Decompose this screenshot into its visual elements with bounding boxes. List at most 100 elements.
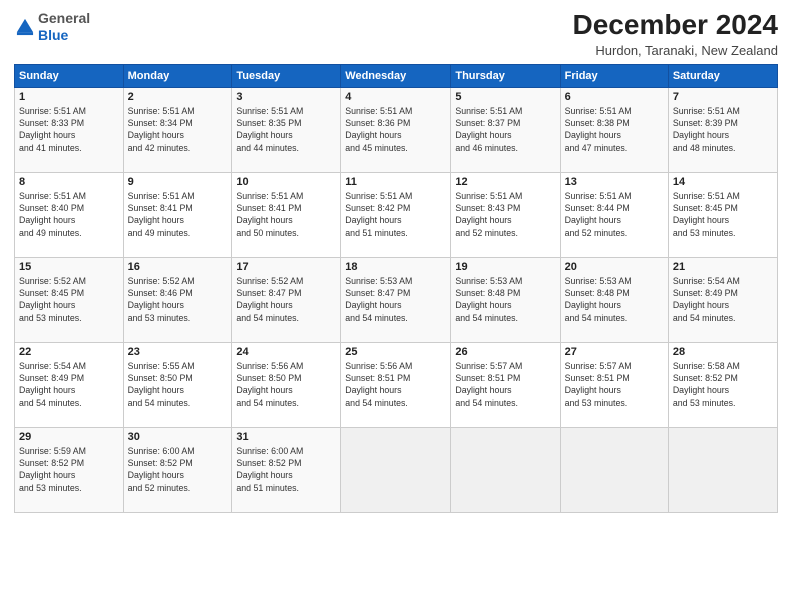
location: Hurdon, Taranaki, New Zealand xyxy=(573,43,778,58)
day-info: Sunrise: 5:54 AMSunset: 8:49 PMDaylight … xyxy=(19,361,86,408)
calendar-cell: 16 Sunrise: 5:52 AMSunset: 8:46 PMDaylig… xyxy=(123,257,232,342)
logo-general: General xyxy=(38,10,90,26)
day-number: 16 xyxy=(128,261,228,273)
day-number: 28 xyxy=(673,346,773,358)
calendar-cell: 25 Sunrise: 5:56 AMSunset: 8:51 PMDaylig… xyxy=(341,342,451,427)
day-info: Sunrise: 5:51 AMSunset: 8:41 PMDaylight … xyxy=(128,191,195,238)
calendar-cell: 2 Sunrise: 5:51 AMSunset: 8:34 PMDayligh… xyxy=(123,87,232,172)
day-info: Sunrise: 5:52 AMSunset: 8:46 PMDaylight … xyxy=(128,276,195,323)
day-info: Sunrise: 5:51 AMSunset: 8:42 PMDaylight … xyxy=(345,191,412,238)
weekday-header-friday: Friday xyxy=(560,64,668,87)
weekday-header-sunday: Sunday xyxy=(15,64,124,87)
logo-text: General Blue xyxy=(38,10,90,44)
calendar-cell: 6 Sunrise: 5:51 AMSunset: 8:38 PMDayligh… xyxy=(560,87,668,172)
calendar-cell: 28 Sunrise: 5:58 AMSunset: 8:52 PMDaylig… xyxy=(668,342,777,427)
day-number: 11 xyxy=(345,176,446,188)
day-number: 26 xyxy=(455,346,555,358)
day-info: Sunrise: 5:57 AMSunset: 8:51 PMDaylight … xyxy=(565,361,632,408)
day-info: Sunrise: 5:51 AMSunset: 8:43 PMDaylight … xyxy=(455,191,522,238)
day-number: 13 xyxy=(565,176,664,188)
calendar-cell xyxy=(341,427,451,512)
day-info: Sunrise: 5:51 AMSunset: 8:44 PMDaylight … xyxy=(565,191,632,238)
day-info: Sunrise: 5:51 AMSunset: 8:37 PMDaylight … xyxy=(455,106,522,153)
day-number: 15 xyxy=(19,261,119,273)
weekday-header-row: SundayMondayTuesdayWednesdayThursdayFrid… xyxy=(15,64,778,87)
day-number: 18 xyxy=(345,261,446,273)
calendar-cell xyxy=(668,427,777,512)
day-info: Sunrise: 5:52 AMSunset: 8:45 PMDaylight … xyxy=(19,276,86,323)
day-number: 22 xyxy=(19,346,119,358)
day-info: Sunrise: 5:56 AMSunset: 8:51 PMDaylight … xyxy=(345,361,412,408)
weekday-header-saturday: Saturday xyxy=(668,64,777,87)
calendar-cell: 27 Sunrise: 5:57 AMSunset: 8:51 PMDaylig… xyxy=(560,342,668,427)
calendar-cell: 18 Sunrise: 5:53 AMSunset: 8:47 PMDaylig… xyxy=(341,257,451,342)
day-number: 31 xyxy=(236,431,336,443)
calendar-cell: 9 Sunrise: 5:51 AMSunset: 8:41 PMDayligh… xyxy=(123,172,232,257)
calendar-cell: 20 Sunrise: 5:53 AMSunset: 8:48 PMDaylig… xyxy=(560,257,668,342)
day-number: 19 xyxy=(455,261,555,273)
calendar-table: SundayMondayTuesdayWednesdayThursdayFrid… xyxy=(14,64,778,513)
day-info: Sunrise: 5:51 AMSunset: 8:36 PMDaylight … xyxy=(345,106,412,153)
day-number: 30 xyxy=(128,431,228,443)
weekday-header-tuesday: Tuesday xyxy=(232,64,341,87)
calendar-cell: 13 Sunrise: 5:51 AMSunset: 8:44 PMDaylig… xyxy=(560,172,668,257)
calendar-cell: 3 Sunrise: 5:51 AMSunset: 8:35 PMDayligh… xyxy=(232,87,341,172)
day-info: Sunrise: 5:58 AMSunset: 8:52 PMDaylight … xyxy=(673,361,740,408)
logo-icon xyxy=(14,16,36,38)
day-number: 23 xyxy=(128,346,228,358)
day-info: Sunrise: 5:51 AMSunset: 8:33 PMDaylight … xyxy=(19,106,86,153)
day-info: Sunrise: 5:51 AMSunset: 8:38 PMDaylight … xyxy=(565,106,632,153)
day-number: 1 xyxy=(19,91,119,103)
day-info: Sunrise: 5:51 AMSunset: 8:40 PMDaylight … xyxy=(19,191,86,238)
calendar-cell: 1 Sunrise: 5:51 AMSunset: 8:33 PMDayligh… xyxy=(15,87,124,172)
calendar-cell: 7 Sunrise: 5:51 AMSunset: 8:39 PMDayligh… xyxy=(668,87,777,172)
calendar-cell: 15 Sunrise: 5:52 AMSunset: 8:45 PMDaylig… xyxy=(15,257,124,342)
week-row-2: 8 Sunrise: 5:51 AMSunset: 8:40 PMDayligh… xyxy=(15,172,778,257)
day-info: Sunrise: 5:55 AMSunset: 8:50 PMDaylight … xyxy=(128,361,195,408)
day-info: Sunrise: 6:00 AMSunset: 8:52 PMDaylight … xyxy=(236,446,303,493)
day-number: 12 xyxy=(455,176,555,188)
calendar-cell: 14 Sunrise: 5:51 AMSunset: 8:45 PMDaylig… xyxy=(668,172,777,257)
weekday-header-monday: Monday xyxy=(123,64,232,87)
day-number: 10 xyxy=(236,176,336,188)
day-info: Sunrise: 5:51 AMSunset: 8:41 PMDaylight … xyxy=(236,191,303,238)
week-row-4: 22 Sunrise: 5:54 AMSunset: 8:49 PMDaylig… xyxy=(15,342,778,427)
week-row-3: 15 Sunrise: 5:52 AMSunset: 8:45 PMDaylig… xyxy=(15,257,778,342)
weekday-header-thursday: Thursday xyxy=(451,64,560,87)
calendar-cell: 22 Sunrise: 5:54 AMSunset: 8:49 PMDaylig… xyxy=(15,342,124,427)
week-row-1: 1 Sunrise: 5:51 AMSunset: 8:33 PMDayligh… xyxy=(15,87,778,172)
calendar-cell xyxy=(451,427,560,512)
day-number: 25 xyxy=(345,346,446,358)
day-number: 6 xyxy=(565,91,664,103)
day-info: Sunrise: 5:51 AMSunset: 8:35 PMDaylight … xyxy=(236,106,303,153)
calendar-cell: 19 Sunrise: 5:53 AMSunset: 8:48 PMDaylig… xyxy=(451,257,560,342)
day-info: Sunrise: 5:51 AMSunset: 8:45 PMDaylight … xyxy=(673,191,740,238)
calendar-cell: 30 Sunrise: 6:00 AMSunset: 8:52 PMDaylig… xyxy=(123,427,232,512)
calendar-cell: 10 Sunrise: 5:51 AMSunset: 8:41 PMDaylig… xyxy=(232,172,341,257)
day-number: 20 xyxy=(565,261,664,273)
day-number: 27 xyxy=(565,346,664,358)
calendar-cell: 17 Sunrise: 5:52 AMSunset: 8:47 PMDaylig… xyxy=(232,257,341,342)
day-info: Sunrise: 5:51 AMSunset: 8:39 PMDaylight … xyxy=(673,106,740,153)
month-title: December 2024 xyxy=(573,10,778,41)
header: General Blue December 2024 Hurdon, Taran… xyxy=(14,10,778,58)
day-info: Sunrise: 5:56 AMSunset: 8:50 PMDaylight … xyxy=(236,361,303,408)
page: General Blue December 2024 Hurdon, Taran… xyxy=(0,0,792,612)
calendar-cell: 11 Sunrise: 5:51 AMSunset: 8:42 PMDaylig… xyxy=(341,172,451,257)
day-number: 3 xyxy=(236,91,336,103)
calendar-cell: 8 Sunrise: 5:51 AMSunset: 8:40 PMDayligh… xyxy=(15,172,124,257)
day-info: Sunrise: 5:59 AMSunset: 8:52 PMDaylight … xyxy=(19,446,86,493)
day-number: 8 xyxy=(19,176,119,188)
day-info: Sunrise: 5:54 AMSunset: 8:49 PMDaylight … xyxy=(673,276,740,323)
day-number: 29 xyxy=(19,431,119,443)
calendar-cell: 12 Sunrise: 5:51 AMSunset: 8:43 PMDaylig… xyxy=(451,172,560,257)
day-info: Sunrise: 5:57 AMSunset: 8:51 PMDaylight … xyxy=(455,361,522,408)
calendar-cell xyxy=(560,427,668,512)
day-info: Sunrise: 5:52 AMSunset: 8:47 PMDaylight … xyxy=(236,276,303,323)
day-info: Sunrise: 5:51 AMSunset: 8:34 PMDaylight … xyxy=(128,106,195,153)
day-number: 14 xyxy=(673,176,773,188)
calendar-cell: 26 Sunrise: 5:57 AMSunset: 8:51 PMDaylig… xyxy=(451,342,560,427)
day-info: Sunrise: 6:00 AMSunset: 8:52 PMDaylight … xyxy=(128,446,195,493)
calendar-cell: 4 Sunrise: 5:51 AMSunset: 8:36 PMDayligh… xyxy=(341,87,451,172)
calendar-cell: 21 Sunrise: 5:54 AMSunset: 8:49 PMDaylig… xyxy=(668,257,777,342)
